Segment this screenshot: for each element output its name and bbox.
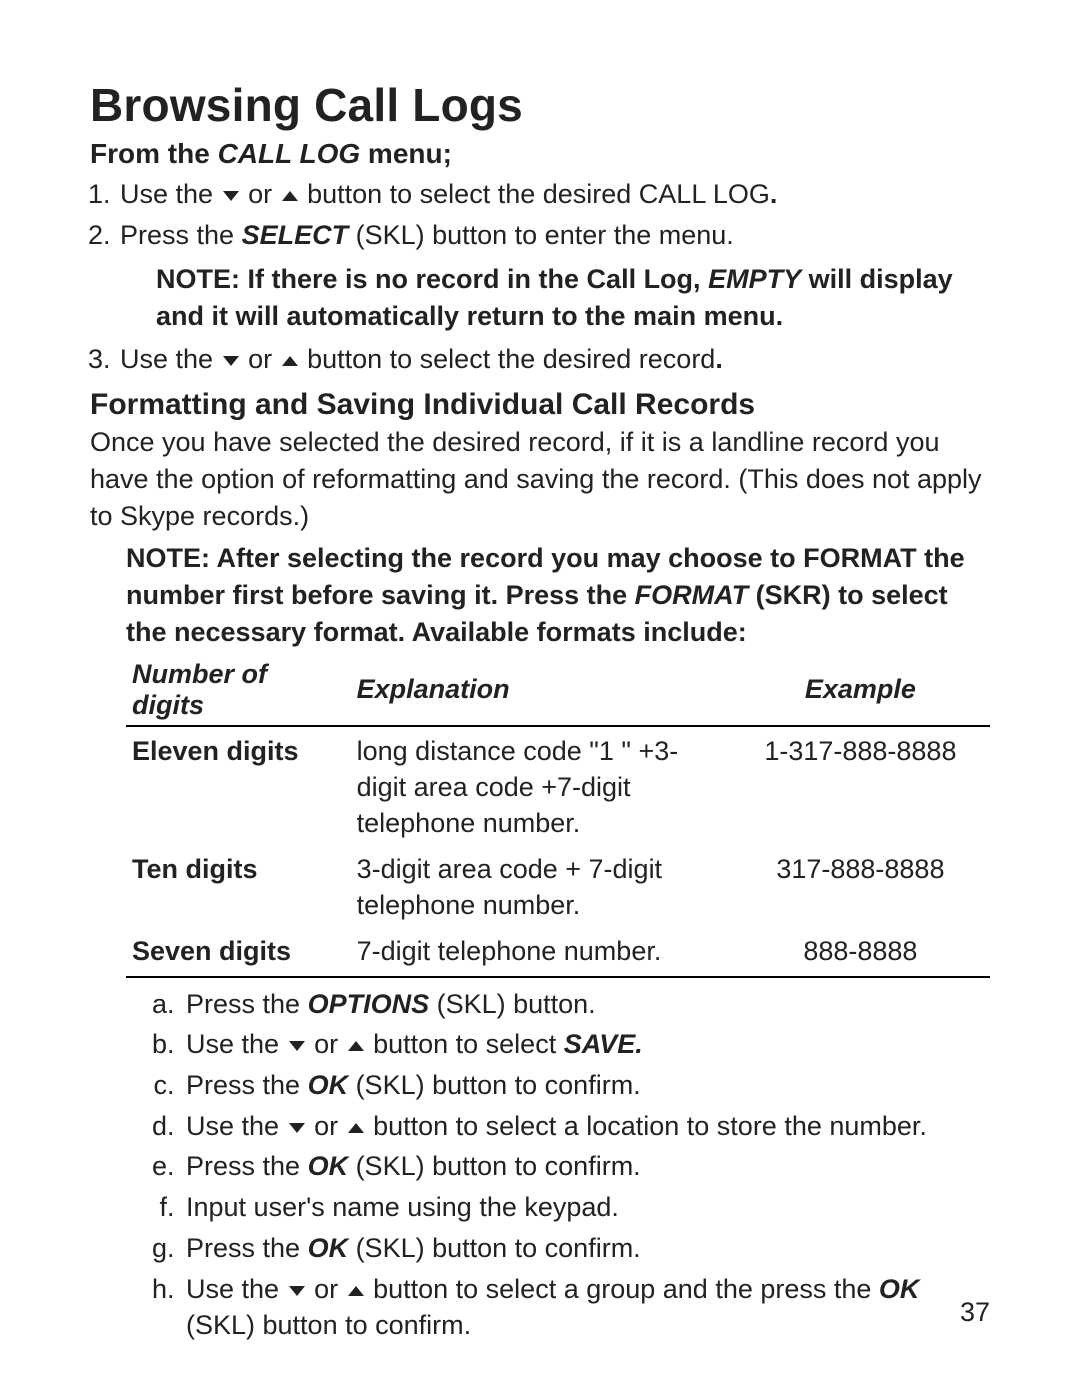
from-menu-name: CALL LOG	[218, 138, 361, 169]
g-2: (SKL) button to confirm.	[348, 1233, 641, 1263]
note-empty: NOTE: If there is no record in the Call …	[156, 261, 990, 336]
h-or: or	[307, 1274, 346, 1304]
main-steps: Use the or button to select the desired …	[90, 176, 990, 378]
cell-digits: Ten digits	[126, 845, 351, 927]
step1-text-a: Use the	[120, 179, 221, 209]
e-2: (SKL) button to confirm.	[348, 1151, 641, 1181]
cell-example: 1-317-888-8888	[731, 726, 990, 846]
triangle-up-icon	[282, 356, 298, 366]
triangle-down-icon	[289, 1123, 305, 1133]
h-ok: OK	[879, 1274, 920, 1304]
g-1: Press the	[186, 1233, 308, 1263]
note1-a: NOTE: If there is no record in the Call …	[156, 264, 708, 294]
step-2: Press the SELECT (SKL) button to enter t…	[118, 217, 990, 335]
triangle-down-icon	[289, 1286, 305, 1296]
g-ok: OK	[308, 1233, 349, 1263]
note-format: NOTE: After selecting the record you may…	[126, 540, 990, 650]
e-1: Press the	[186, 1151, 308, 1181]
th-digits: Number of digits	[126, 657, 351, 726]
from-line: From the CALL LOG menu;	[90, 138, 990, 170]
table-header-row: Number of digits Explanation Example	[126, 657, 990, 726]
step1-or: or	[241, 179, 280, 209]
h-2: button to select a group and the press t…	[366, 1274, 879, 1304]
h-3: (SKL) button to confirm.	[186, 1310, 471, 1340]
c-ok: OK	[308, 1070, 349, 1100]
table-row: Seven digits 7-digit telephone number. 8…	[126, 927, 990, 976]
table-row: Ten digits 3-digit area code + 7-digit t…	[126, 845, 990, 927]
cell-example: 888-8888	[731, 927, 990, 976]
cell-explain: 3-digit area code + 7-digit telephone nu…	[351, 845, 731, 927]
format-table: Number of digits Explanation Example Ele…	[126, 657, 990, 978]
table-row: Eleven digits long distance code "1 " +3…	[126, 726, 990, 846]
d-2: button to select a location to store the…	[366, 1111, 927, 1141]
manual-page: Browsing Call Logs From the CALL LOG men…	[0, 0, 1080, 1374]
step3-text-b: button to select the desired record	[300, 344, 716, 374]
step-f: Input user's name using the keypad.	[182, 1189, 990, 1226]
step-b: Use the or button to select SAVE.	[182, 1026, 990, 1063]
step-c: Press the OK (SKL) button to confirm.	[182, 1067, 990, 1104]
a-2: (SKL) button.	[429, 989, 596, 1019]
b-or: or	[307, 1029, 346, 1059]
triangle-up-icon	[348, 1041, 364, 1051]
cell-explain: 7-digit telephone number.	[351, 927, 731, 976]
c-1: Press the	[186, 1070, 308, 1100]
section-2-title: Formatting and Saving Individual Call Re…	[90, 388, 990, 422]
d-or: or	[307, 1111, 346, 1141]
step3-dot: .	[715, 344, 723, 374]
lettered-steps: Press the OPTIONS (SKL) button. Use the …	[152, 986, 990, 1344]
from-prefix: From the	[90, 138, 218, 169]
b-save: SAVE.	[564, 1029, 643, 1059]
cell-digits: Eleven digits	[126, 726, 351, 846]
step1-dot: .	[770, 179, 778, 209]
cell-digits: Seven digits	[126, 927, 351, 976]
note1-empty: EMPTY	[708, 264, 801, 294]
step2-text-b: (SKL) button to enter the menu.	[348, 220, 734, 250]
note2-format: FORMAT	[635, 580, 748, 610]
triangle-down-icon	[223, 191, 239, 201]
triangle-up-icon	[348, 1286, 364, 1296]
step3-text-a: Use the	[120, 344, 221, 374]
th-example: Example	[731, 657, 990, 726]
step-g: Press the OK (SKL) button to confirm.	[182, 1230, 990, 1267]
triangle-down-icon	[223, 356, 239, 366]
cell-explain: long distance code "1 " +3-digit area co…	[351, 726, 731, 846]
step2-select: SELECT	[242, 220, 349, 250]
step-a: Press the OPTIONS (SKL) button.	[182, 986, 990, 1023]
d-1: Use the	[186, 1111, 287, 1141]
cell-example: 317-888-8888	[731, 845, 990, 927]
page-title: Browsing Call Logs	[90, 78, 990, 132]
page-number: 37	[960, 1297, 990, 1328]
c-2: (SKL) button to confirm.	[348, 1070, 641, 1100]
from-suffix: menu;	[360, 138, 452, 169]
th-explain: Explanation	[351, 657, 731, 726]
e-ok: OK	[308, 1151, 349, 1181]
a-options: OPTIONS	[308, 989, 430, 1019]
step-3: Use the or button to select the desired …	[118, 341, 990, 378]
b-1: Use the	[186, 1029, 287, 1059]
step-d: Use the or button to select a location t…	[182, 1108, 990, 1145]
step1-text-b: button to select the desired CALL LOG	[300, 179, 770, 209]
a-1: Press the	[186, 989, 308, 1019]
step-1: Use the or button to select the desired …	[118, 176, 990, 213]
step3-or: or	[241, 344, 280, 374]
b-2: button to select	[366, 1029, 564, 1059]
triangle-up-icon	[348, 1123, 364, 1133]
h-1: Use the	[186, 1274, 287, 1304]
step2-text-a: Press the	[120, 220, 242, 250]
section-2-paragraph: Once you have selected the desired recor…	[90, 424, 990, 534]
f: Input user's name using the keypad.	[186, 1192, 619, 1222]
triangle-up-icon	[282, 191, 298, 201]
triangle-down-icon	[289, 1041, 305, 1051]
step-h: Use the or button to select a group and …	[182, 1271, 990, 1344]
step-e: Press the OK (SKL) button to confirm.	[182, 1148, 990, 1185]
